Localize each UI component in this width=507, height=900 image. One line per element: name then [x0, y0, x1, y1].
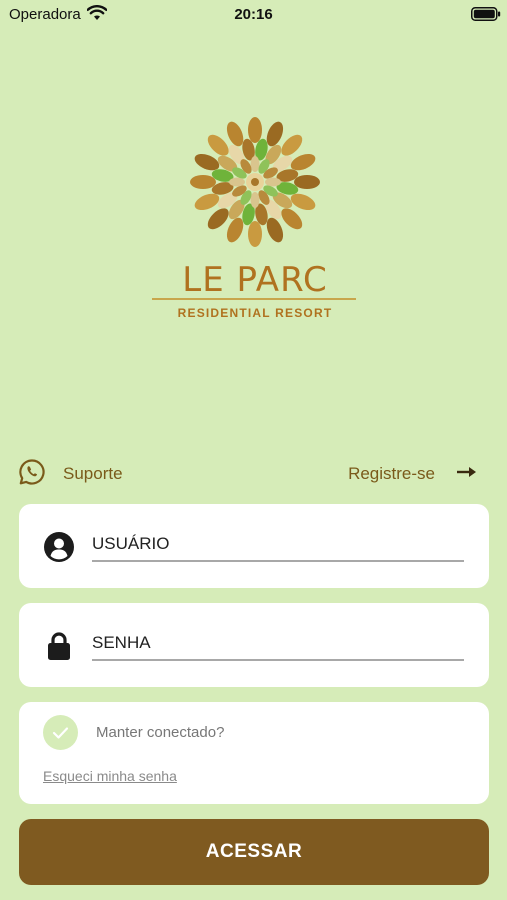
flower-logo-icon	[190, 117, 320, 247]
logo-petal	[248, 117, 262, 143]
lock-icon	[43, 630, 75, 662]
logo-petal	[265, 177, 281, 187]
arrow-right-icon	[457, 465, 477, 483]
username-card	[19, 504, 489, 588]
status-bar: Operadora 20:16	[0, 0, 507, 30]
whatsapp-icon	[18, 458, 46, 491]
logo-divider	[152, 298, 356, 300]
keep-logged-checkbox[interactable]	[43, 715, 78, 750]
logo-petal	[294, 175, 320, 189]
logo-petal	[281, 208, 303, 230]
logo-title: LE PARC	[182, 260, 328, 300]
support-label: Suporte	[63, 464, 123, 483]
password-card	[19, 603, 489, 687]
username-input[interactable]	[92, 528, 464, 562]
login-button[interactable]: ACESSAR	[19, 819, 489, 885]
password-input[interactable]	[92, 627, 464, 661]
logo-petal	[229, 177, 245, 187]
login-options-card: Manter conectado? Esqueci minha senha	[19, 702, 489, 804]
logo-petal	[207, 208, 229, 230]
keep-logged-label: Manter conectado?	[96, 724, 225, 741]
register-link[interactable]: Registre-se	[348, 459, 477, 489]
logo-petal	[250, 192, 260, 208]
logo-petal	[190, 175, 216, 189]
logo-petal	[250, 156, 260, 172]
support-link[interactable]: Suporte	[18, 458, 123, 491]
logo-petal	[207, 134, 229, 156]
register-label: Registre-se	[348, 464, 435, 483]
forgot-password-link[interactable]: Esqueci minha senha	[43, 768, 177, 784]
user-icon	[43, 531, 75, 563]
status-time: 20:16	[234, 6, 273, 23]
logo-petal	[248, 221, 262, 247]
logo-petal	[281, 134, 303, 156]
app-logo: LE PARC RESIDENTIAL RESORT	[150, 112, 360, 327]
logo-subtitle: RESIDENTIAL RESORT	[177, 306, 333, 320]
battery-icon	[471, 7, 501, 26]
check-icon	[52, 727, 69, 739]
